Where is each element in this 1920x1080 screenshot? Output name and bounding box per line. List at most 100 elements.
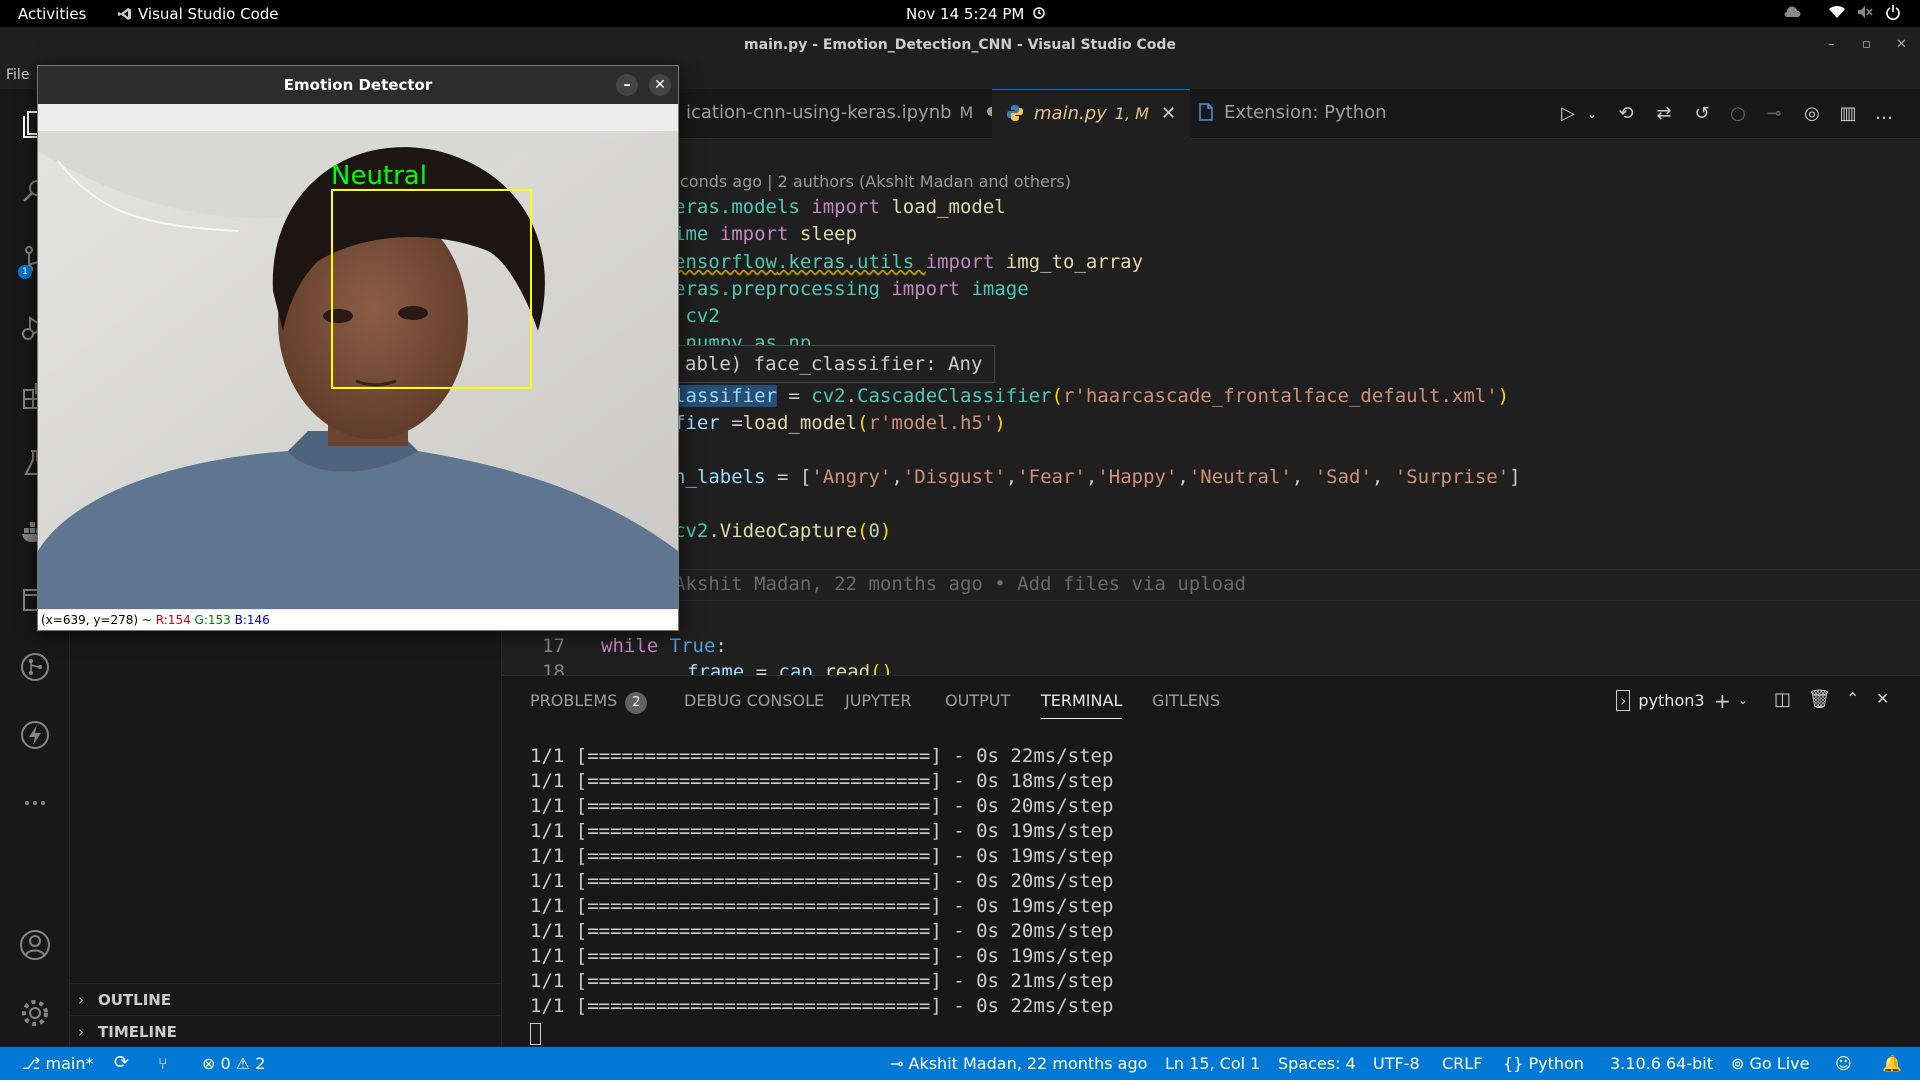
accounts-icon[interactable] xyxy=(13,923,57,967)
emotion-detector-window: Emotion Detector – ✕ Neutral (x=639, y=2… xyxy=(37,65,679,631)
tab-debug-console[interactable]: DEBUG CONSOLE xyxy=(684,691,824,710)
gitlens-blame-status[interactable]: ⊸ Akshit Madan, 22 months ago xyxy=(890,1054,1147,1073)
tab-problems[interactable]: PROBLEMS 2 xyxy=(530,691,648,714)
eol-status[interactable]: CRLF xyxy=(1442,1054,1482,1073)
close-panel-icon[interactable]: ✕ xyxy=(1876,689,1889,708)
cursor-position[interactable]: Ln 15, Col 1 xyxy=(1165,1054,1260,1073)
system-top-bar: Activities Visual Studio Code Nov 14 5:2… xyxy=(0,0,1920,27)
notifications-bell-icon[interactable]: 🔔 xyxy=(1882,1054,1902,1073)
bottom-panel: PROBLEMS 2 DEBUG CONSOLE JUPYTER OUTPUT T… xyxy=(502,675,1920,1047)
timeline-history-icon[interactable]: ⟲ xyxy=(1614,102,1638,126)
terminal-shell-selector[interactable]: › python3 xyxy=(1616,690,1705,711)
sync-icon[interactable]: ⟳ xyxy=(114,1052,129,1073)
braces-icon: {} xyxy=(1503,1054,1529,1073)
indentation-status[interactable]: Spaces: 4 xyxy=(1278,1054,1356,1073)
python-interpreter[interactable]: 3.10.6 64-bit xyxy=(1610,1054,1713,1073)
pixel-coords: (x=639, y=278) ~ xyxy=(41,613,156,627)
new-terminal-icon[interactable]: + xyxy=(1714,689,1731,713)
terminal-line: 1/1 [==============================] - 0… xyxy=(530,995,1114,1017)
line-number: 17 xyxy=(542,635,565,657)
tab-status: M xyxy=(959,103,974,122)
run-python-icon[interactable]: ▷ xyxy=(1556,102,1580,126)
emotion-window-statusbar: (x=639, y=278) ~ R:154 G:153 B:146 xyxy=(38,610,678,630)
code-line: ensorflow.keras.utils import img_to_arra… xyxy=(674,251,1144,273)
settings-gear-icon[interactable] xyxy=(13,991,57,1035)
activities-button[interactable]: Activities xyxy=(18,5,86,23)
pixel-blue-value: B:146 xyxy=(234,613,270,627)
trash-icon[interactable]: 🗑 xyxy=(1808,689,1831,710)
maximize-window-icon[interactable]: ▫ xyxy=(1862,27,1871,63)
revert-icon[interactable]: ↺ xyxy=(1690,102,1714,126)
terminal-line: 1/1 [==============================] - 0… xyxy=(530,745,1114,767)
previous-change-icon[interactable]: ○ xyxy=(1726,102,1750,126)
close-window-icon[interactable]: ✕ xyxy=(1896,27,1907,63)
webcam-frame[interactable]: Neutral xyxy=(38,131,678,609)
outline-section[interactable]: › OUTLINE xyxy=(70,983,502,1015)
face-detection-box xyxy=(331,189,532,389)
maximize-panel-icon[interactable]: ⌃ xyxy=(1846,689,1859,708)
gitlens-inspect-icon[interactable]: ◎ xyxy=(1800,102,1824,126)
clock[interactable]: Nov 14 5:24 PM xyxy=(906,5,1024,23)
commit-icon: ⊸ xyxy=(890,1054,909,1073)
terminal-output[interactable]: 1/1 [==============================] - 0… xyxy=(530,744,1113,1019)
lightning-icon[interactable] xyxy=(13,713,57,757)
language-mode[interactable]: {} Python xyxy=(1503,1054,1584,1073)
run-options-chevron-icon[interactable]: ⌄ xyxy=(1580,102,1604,126)
terminal-line: 1/1 [==============================] - 0… xyxy=(530,895,1114,917)
tab-output[interactable]: OUTPUT xyxy=(945,691,1010,710)
codelens-blame[interactable]: conds ago | 2 authors (Akshit Madan and … xyxy=(680,172,1071,191)
cloud-icon[interactable] xyxy=(1782,4,1802,24)
code-line: eras.models import load_model xyxy=(674,196,1006,218)
split-editor-icon[interactable]: ▥ xyxy=(1836,102,1860,126)
editor-tabs: ication-cnn-using-keras.ipynb M main.py 1,… xyxy=(502,89,1920,139)
status-bar: ⎇ main* ⟳ ⑂ ⊗ 0 ⚠ 2 ⊸ Akshit Madan, 22 m… xyxy=(0,1047,1920,1080)
close-tab-icon[interactable]: ✕ xyxy=(1161,103,1176,124)
menu-file[interactable]: File xyxy=(6,67,29,83)
git-graph-icon[interactable]: ⑂ xyxy=(158,1054,168,1073)
terminal-line: 1/1 [==============================] - 0… xyxy=(530,970,1114,992)
broadcast-icon: ⊚ xyxy=(1731,1054,1750,1073)
focused-app-menu[interactable]: Visual Studio Code xyxy=(118,5,279,23)
more-actions-icon[interactable]: … xyxy=(1872,102,1896,126)
code-line: while True: xyxy=(601,635,727,657)
tab-gitlens[interactable]: GITLENS xyxy=(1152,691,1220,710)
inline-blame[interactable]: Akshit Madan, 22 months ago • Add files … xyxy=(674,573,1246,595)
close-icon[interactable]: ✕ xyxy=(649,74,671,96)
wifi-icon[interactable] xyxy=(1828,4,1846,24)
gitlens-icon[interactable] xyxy=(13,645,57,689)
problems-status[interactable]: ⊗ 0 ⚠ 2 xyxy=(202,1054,265,1073)
code-editor[interactable]: conds ago | 2 authors (Akshit Madan and … xyxy=(502,139,1920,675)
tab-notebook[interactable]: ication-cnn-using-keras.ipynb M xyxy=(672,89,1010,139)
tab-main-py[interactable]: main.py 1, M ✕ xyxy=(992,89,1191,139)
minimize-window-icon[interactable]: – xyxy=(1828,27,1835,63)
tab-extension-python[interactable]: Extension: Python xyxy=(1184,89,1401,139)
split-terminal-icon[interactable]: ◫ xyxy=(1774,689,1791,710)
more-icon[interactable] xyxy=(13,781,57,825)
vscode-app-icon xyxy=(118,8,131,20)
tab-terminal[interactable]: TERMINAL xyxy=(1041,691,1123,719)
volume-muted-icon[interactable] xyxy=(1856,4,1874,24)
terminal-line: 1/1 [==============================] - 0… xyxy=(530,845,1114,867)
encoding-status[interactable]: UTF-8 xyxy=(1373,1054,1420,1073)
terminal-line: 1/1 [==============================] - 0… xyxy=(530,795,1114,817)
focused-app-name: Visual Studio Code xyxy=(138,5,279,23)
detected-emotion-label: Neutral xyxy=(331,161,427,191)
timeline-section[interactable]: › TIMELINE xyxy=(70,1015,502,1047)
timeline-label: TIMELINE xyxy=(98,1023,177,1041)
compare-changes-icon[interactable]: ⇄ xyxy=(1652,102,1676,126)
terminal-launch-chevron-icon[interactable]: ⌄ xyxy=(1738,693,1748,707)
next-change-icon[interactable]: ⊸ xyxy=(1762,102,1786,126)
minimize-icon[interactable]: – xyxy=(616,74,638,96)
git-branch-status[interactable]: ⎇ main* xyxy=(22,1054,94,1073)
emotion-window-titlebar[interactable]: Emotion Detector – ✕ xyxy=(38,66,678,104)
feedback-icon[interactable]: ☺ xyxy=(1835,1054,1852,1073)
terminal-line: 1/1 [==============================] - 0… xyxy=(530,945,1114,967)
power-icon[interactable] xyxy=(1885,4,1901,24)
code-line: lassifier = cv2.CascadeClassifier(r'haar… xyxy=(674,385,1510,407)
emotion-window-title: Emotion Detector xyxy=(283,76,433,94)
go-live-button[interactable]: ⊚ Go Live xyxy=(1731,1054,1809,1073)
code-line: cv2.VideoCapture(0) xyxy=(674,520,892,542)
terminal-line: 1/1 [==============================] - 0… xyxy=(530,870,1114,892)
terminal-cursor xyxy=(530,1023,541,1045)
tab-jupyter[interactable]: JUPYTER xyxy=(845,691,912,710)
